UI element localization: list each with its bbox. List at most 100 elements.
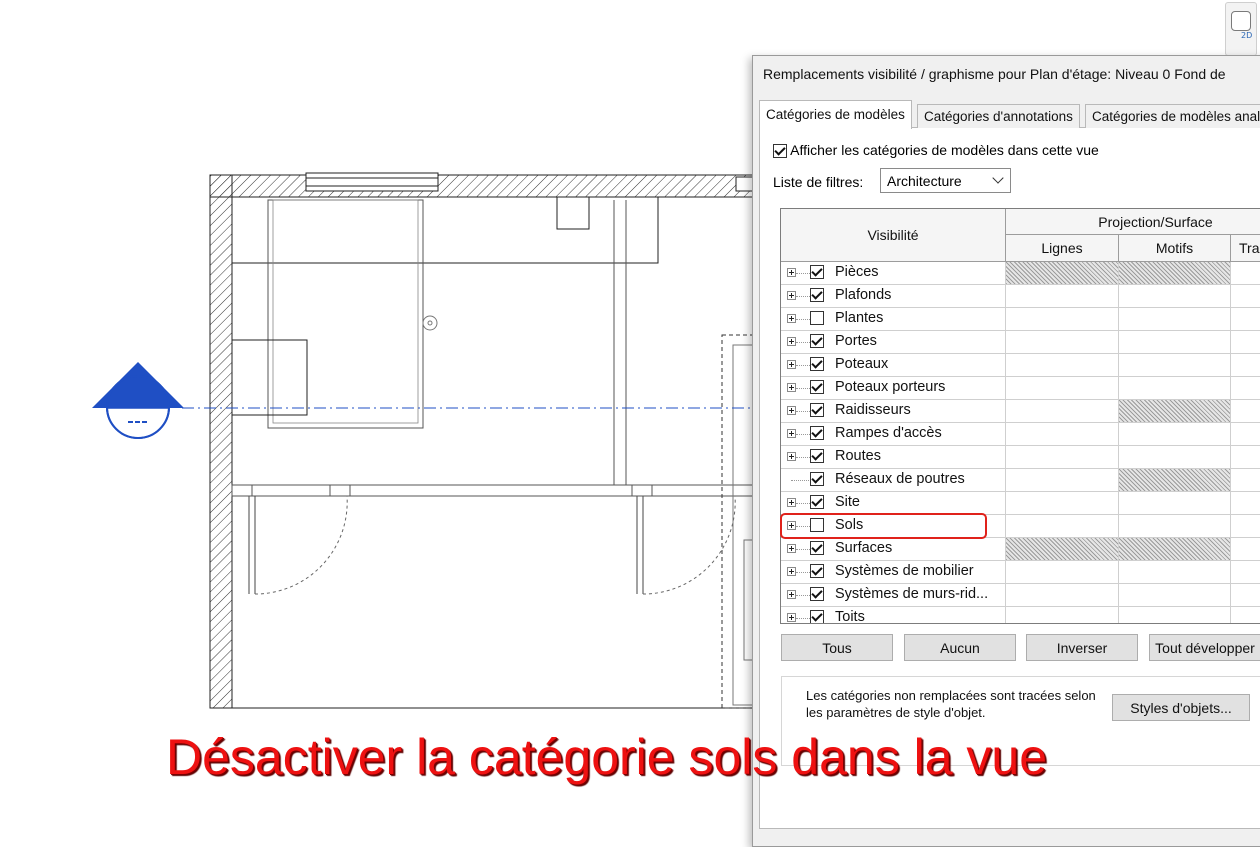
all-button[interactable]: Tous <box>781 634 893 661</box>
patterns-cell[interactable] <box>1119 492 1231 514</box>
visibility-cell <box>781 469 1006 491</box>
transparency-cell[interactable] <box>1231 377 1260 399</box>
sols-highlight-box <box>780 513 987 539</box>
category-row[interactable]: Raidisseurs <box>781 400 1260 423</box>
patterns-cell[interactable] <box>1119 423 1231 445</box>
transparency-cell[interactable] <box>1231 584 1260 606</box>
tab-annotation-categories[interactable]: Catégories d'annotations <box>917 104 1080 128</box>
category-row[interactable]: Réseaux de poutres <box>781 469 1260 492</box>
lines-cell[interactable] <box>1006 308 1119 330</box>
patterns-cell[interactable] <box>1119 377 1231 399</box>
category-row[interactable]: Plafonds <box>781 285 1260 308</box>
instruction-caption: Désactiver la catégorie sols dans la vue <box>166 729 1048 785</box>
cabinet <box>231 339 308 416</box>
header-projection-surface: Projection/Surface <box>1006 209 1260 235</box>
transparency-cell[interactable] <box>1231 331 1260 353</box>
dialog-title: Remplacements visibilité / graphisme pou… <box>763 66 1226 82</box>
transparency-cell[interactable] <box>1231 262 1260 284</box>
category-row[interactable]: Site <box>781 492 1260 515</box>
transparency-cell[interactable] <box>1231 423 1260 445</box>
transparency-cell[interactable] <box>1231 400 1260 422</box>
floor-plan-drawing <box>92 172 760 709</box>
lines-cell[interactable] <box>1006 331 1119 353</box>
expand-all-button[interactable]: Tout développer <box>1149 634 1260 661</box>
patterns-cell[interactable] <box>1119 469 1231 491</box>
transparency-cell[interactable] <box>1231 285 1260 307</box>
lines-cell[interactable] <box>1006 446 1119 468</box>
patterns-cell[interactable] <box>1119 561 1231 583</box>
patterns-cell[interactable] <box>1119 354 1231 376</box>
patterns-cell[interactable] <box>1119 262 1231 284</box>
visibility-cell <box>781 423 1006 445</box>
lines-cell[interactable] <box>1006 607 1119 623</box>
none-button[interactable]: Aucun <box>904 634 1016 661</box>
object-styles-button[interactable]: Styles d'objets... <box>1112 694 1250 721</box>
category-row[interactable]: Plantes <box>781 308 1260 331</box>
category-row[interactable]: Surfaces <box>781 538 1260 561</box>
visibility-cell <box>781 308 1006 330</box>
filter-list-select[interactable]: Architecture <box>880 168 1011 193</box>
chevron-down-icon <box>992 172 1004 184</box>
visibility-cell <box>781 285 1006 307</box>
lines-cell[interactable] <box>1006 354 1119 376</box>
visibility-cell <box>781 331 1006 353</box>
transparency-cell[interactable] <box>1231 515 1260 537</box>
patterns-cell[interactable] <box>1119 607 1231 623</box>
window-top <box>305 172 439 192</box>
patterns-cell[interactable] <box>1119 308 1231 330</box>
category-row[interactable]: Rampes d'accès <box>781 423 1260 446</box>
door-swing-left <box>254 495 348 595</box>
view-cube-2d[interactable]: 2D <box>1225 2 1257 56</box>
lines-cell[interactable] <box>1006 400 1119 422</box>
patterns-cell[interactable] <box>1119 584 1231 606</box>
category-row[interactable]: Pièces <box>781 262 1260 285</box>
lines-cell[interactable] <box>1006 584 1119 606</box>
visibility-cell <box>781 538 1006 560</box>
patterns-cell[interactable] <box>1119 400 1231 422</box>
show-categories-label: Afficher les catégories de modèles dans … <box>790 142 1099 158</box>
patterns-cell[interactable] <box>1119 331 1231 353</box>
patterns-cell[interactable] <box>1119 538 1231 560</box>
patterns-cell[interactable] <box>1119 515 1231 537</box>
transparency-cell[interactable] <box>1231 561 1260 583</box>
visibility-cell <box>781 377 1006 399</box>
transparency-cell[interactable] <box>1231 446 1260 468</box>
category-row[interactable]: Poteaux <box>781 354 1260 377</box>
tab-analytical-model-categories[interactable]: Catégories de modèles anal <box>1085 104 1260 128</box>
transparency-cell[interactable] <box>1231 469 1260 491</box>
filter-list-value: Architecture <box>887 173 962 189</box>
transparency-cell[interactable] <box>1231 492 1260 514</box>
lines-cell[interactable] <box>1006 377 1119 399</box>
lines-cell[interactable] <box>1006 423 1119 445</box>
category-row[interactable]: Routes <box>781 446 1260 469</box>
tab-model-categories[interactable]: Catégories de modèles <box>759 100 912 129</box>
lines-cell[interactable] <box>1006 538 1119 560</box>
lines-cell[interactable] <box>1006 285 1119 307</box>
lines-cell[interactable] <box>1006 515 1119 537</box>
category-row[interactable]: Portes <box>781 331 1260 354</box>
transparency-cell[interactable] <box>1231 354 1260 376</box>
lines-cell[interactable] <box>1006 492 1119 514</box>
lines-cell[interactable] <box>1006 561 1119 583</box>
header-transparency[interactable]: Tra <box>1231 235 1260 262</box>
visibility-cell <box>781 607 1006 623</box>
patterns-cell[interactable] <box>1119 446 1231 468</box>
view-cube-label: 2D <box>1241 31 1253 40</box>
transparency-cell[interactable] <box>1231 308 1260 330</box>
lines-cell[interactable] <box>1006 469 1119 491</box>
visibility-cell <box>781 400 1006 422</box>
patterns-cell[interactable] <box>1119 285 1231 307</box>
filter-list-label: Liste de filtres: <box>773 174 864 190</box>
invert-button[interactable]: Inverser <box>1026 634 1138 661</box>
category-row[interactable]: Systèmes de mobilier <box>781 561 1260 584</box>
category-row[interactable]: Systèmes de murs-rid... <box>781 584 1260 607</box>
category-row[interactable]: Toits <box>781 607 1260 623</box>
transparency-cell[interactable] <box>1231 538 1260 560</box>
show-categories-checkbox[interactable] <box>773 144 787 159</box>
lines-cell[interactable] <box>1006 262 1119 284</box>
transparency-cell[interactable] <box>1231 607 1260 623</box>
show-categories-option[interactable]: Afficher les catégories de modèles dans … <box>773 142 1099 159</box>
header-patterns[interactable]: Motifs <box>1119 235 1231 262</box>
category-row[interactable]: Poteaux porteurs <box>781 377 1260 400</box>
header-lines[interactable]: Lignes <box>1006 235 1119 262</box>
